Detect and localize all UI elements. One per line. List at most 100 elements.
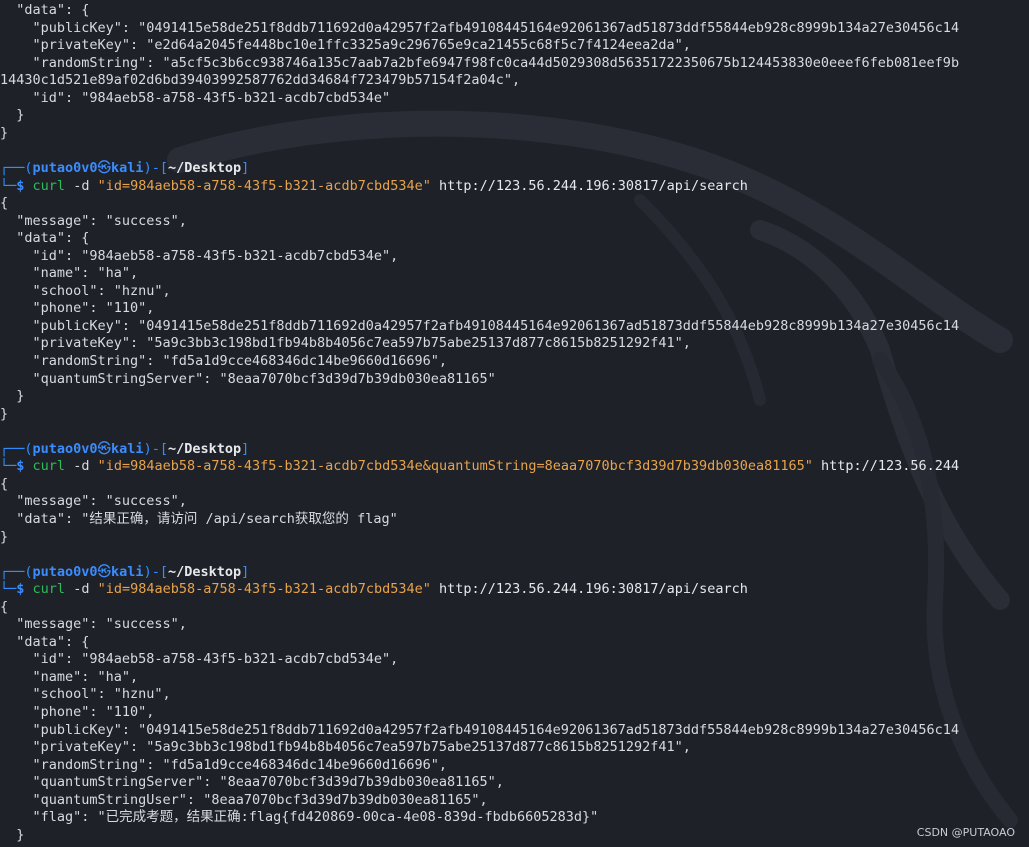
command-argument[interactable]: "id=984aeb58-a758-43f5-b321-acdb7cbd534e… (98, 458, 813, 474)
output-text: "message": "success", (0, 493, 187, 510)
output-line: "publicKey": "0491415e58de251f8ddb711692… (0, 20, 1029, 38)
prompt-dollar: $ (16, 581, 25, 598)
output-line: { (0, 476, 1029, 494)
output-text: "message": "success", (0, 616, 187, 633)
output-line: "data": { (0, 2, 1029, 20)
output-text: "data": { (0, 230, 90, 247)
command-flag[interactable]: -d (73, 458, 89, 474)
command-flag[interactable]: -d (73, 581, 89, 597)
skull-icon: ㉿ (97, 440, 112, 457)
prompt-host: kali (111, 563, 144, 580)
output-line: "randomString": "a5cf5c3b6cc938746a135c7… (0, 55, 1029, 73)
output-line: "privateKey": "5a9c3bb3c198bd1fb94b8b405… (0, 335, 1029, 353)
output-text: "quantumStringServer": "8eaa7070bcf3d39d… (0, 774, 504, 791)
prompt-frame: ┌──( (0, 159, 33, 176)
output-line: "name": "ha", (0, 669, 1029, 687)
output-line: "phone": "110", (0, 300, 1029, 318)
output-text: "message": "success", (0, 212, 187, 229)
output-text: "data": "结果正确，请访问 /api/search获取您的 flag" (0, 510, 398, 527)
command-argument[interactable]: "id=984aeb58-a758-43f5-b321-acdb7cbd534e… (98, 581, 431, 597)
output-line: "publicKey": "0491415e58de251f8ddb711692… (0, 318, 1029, 336)
output-text: } (0, 528, 9, 545)
output-text: "phone": "110", (0, 704, 155, 720)
output-text: { (0, 598, 9, 615)
output-line: } (0, 406, 1029, 424)
prompt-arrow: └─ (0, 581, 17, 598)
output-text: "phone": "110", (0, 300, 155, 317)
prompt-line: ┌──(putao0v0㉿kali)-[~/Desktop] (0, 441, 1029, 459)
output-text: "publicKey": "0491415e58de251f8ddb711692… (0, 19, 960, 36)
command-name[interactable]: curl (33, 458, 66, 474)
command-line[interactable]: └─$ curl -d "id=984aeb58-a758-43f5-b321-… (0, 458, 1029, 476)
command-line[interactable]: └─$ curl -d "id=984aeb58-a758-43f5-b321-… (0, 581, 1029, 599)
prompt-frame: ] (241, 563, 250, 580)
terminal-window[interactable]: "data": { "publicKey": "0491415e58de251f… (0, 0, 1029, 847)
output-text: "publicKey": "0491415e58de251f8ddb711692… (0, 721, 960, 738)
output-text: "privateKey": "e2d64a2045fe448bc10e1ffc3… (0, 37, 691, 54)
command-url[interactable]: http://123.56.244 (821, 458, 959, 474)
output-text: "randomString": "fd5a1d9cce468346dc14be9… (0, 353, 448, 369)
prompt-dir: ~/Desktop (167, 563, 242, 580)
output-line: } (0, 107, 1029, 125)
prompt-dollar: $ (16, 458, 25, 475)
output-text: "randomString": "fd5a1d9cce468346dc14be9… (0, 756, 448, 773)
command-name[interactable]: curl (33, 178, 66, 194)
output-line: "data": { (0, 230, 1029, 248)
command-argument[interactable]: "id=984aeb58-a758-43f5-b321-acdb7cbd534e… (98, 178, 431, 194)
command-url[interactable]: http://123.56.244.196:30817/api/search (439, 581, 748, 597)
output-text: 14430c1d521e89af02d6bd39403992587762dd34… (0, 72, 521, 89)
command-url[interactable]: http://123.56.244.196:30817/api/search (439, 178, 748, 194)
output-text: "privateKey": "5a9c3bb3c198bd1fb94b8b405… (0, 335, 691, 352)
output-text: } (0, 405, 9, 422)
prompt-frame: )-[ (143, 440, 168, 457)
output-text: } (0, 826, 25, 843)
output-text: "quantumStringUser": "8eaa7070bcf3d39d7b… (0, 791, 488, 808)
skull-icon: ㉿ (97, 159, 112, 176)
output-line: "school": "hznu", (0, 686, 1029, 704)
prompt-arrow: └─ (0, 458, 17, 475)
output-text: "name": "ha", (0, 265, 139, 282)
output-line: "id": "984aeb58-a758-43f5-b321-acdb7cbd5… (0, 651, 1029, 669)
output-line: "quantumStringUser": "8eaa7070bcf3d39d7b… (0, 792, 1029, 810)
output-line: } (0, 388, 1029, 406)
prompt-frame: ┌──( (0, 563, 33, 580)
output-line: "phone": "110", (0, 704, 1029, 722)
prompt-user: putao0v0 (32, 440, 98, 457)
output-line: "privateKey": "5a9c3bb3c198bd1fb94b8b405… (0, 739, 1029, 757)
output-line: "id": "984aeb58-a758-43f5-b321-acdb7cbd5… (0, 90, 1029, 108)
output-line: "flag": "已完成考题，结果正确:flag{fd420869-00ca-4… (0, 809, 1029, 827)
prompt-dollar: $ (16, 177, 25, 194)
command-flag[interactable]: -d (73, 178, 89, 194)
command-name[interactable]: curl (33, 581, 66, 597)
prompt-frame: )-[ (143, 563, 168, 580)
output-line: } (0, 827, 1029, 845)
output-line: "message": "success", (0, 213, 1029, 231)
output-line: "quantumStringServer": "8eaa7070bcf3d39d… (0, 774, 1029, 792)
output-text: "quantumStringServer": "8eaa7070bcf3d39d… (0, 370, 496, 387)
prompt-dir: ~/Desktop (167, 159, 242, 176)
prompt-frame: ] (241, 440, 250, 457)
output-line: "publicKey": "0491415e58de251f8ddb711692… (0, 722, 1029, 740)
prompt-user: putao0v0 (32, 159, 98, 176)
output-text: { (0, 475, 9, 492)
output-text: "id": "984aeb58-a758-43f5-b321-acdb7cbd5… (0, 651, 399, 668)
command-line[interactable]: └─$ curl -d "id=984aeb58-a758-43f5-b321-… (0, 178, 1029, 196)
output-line: } (0, 125, 1029, 143)
output-text: } (0, 388, 25, 405)
prompt-line: ┌──(putao0v0㉿kali)-[~/Desktop] (0, 160, 1029, 178)
prompt-frame: )-[ (143, 159, 168, 176)
output-line: "message": "success", (0, 616, 1029, 634)
output-line: "randomString": "fd5a1d9cce468346dc14be9… (0, 757, 1029, 775)
output-text: "data": { (0, 633, 90, 650)
output-text: "flag": "已完成考题，结果正确:flag{fd420869-00ca-4… (0, 809, 599, 826)
output-line: } (0, 529, 1029, 547)
output-text: "school": "hznu", (0, 282, 171, 299)
prompt-dir: ~/Desktop (167, 440, 242, 457)
output-text: "id": "984aeb58-a758-43f5-b321-acdb7cbd5… (0, 89, 391, 106)
output-line: "school": "hznu", (0, 283, 1029, 301)
prompt-host: kali (111, 440, 144, 457)
output-line: "message": "success", (0, 493, 1029, 511)
output-line: 14430c1d521e89af02d6bd39403992587762dd34… (0, 72, 1029, 90)
output-text: } (0, 124, 9, 141)
